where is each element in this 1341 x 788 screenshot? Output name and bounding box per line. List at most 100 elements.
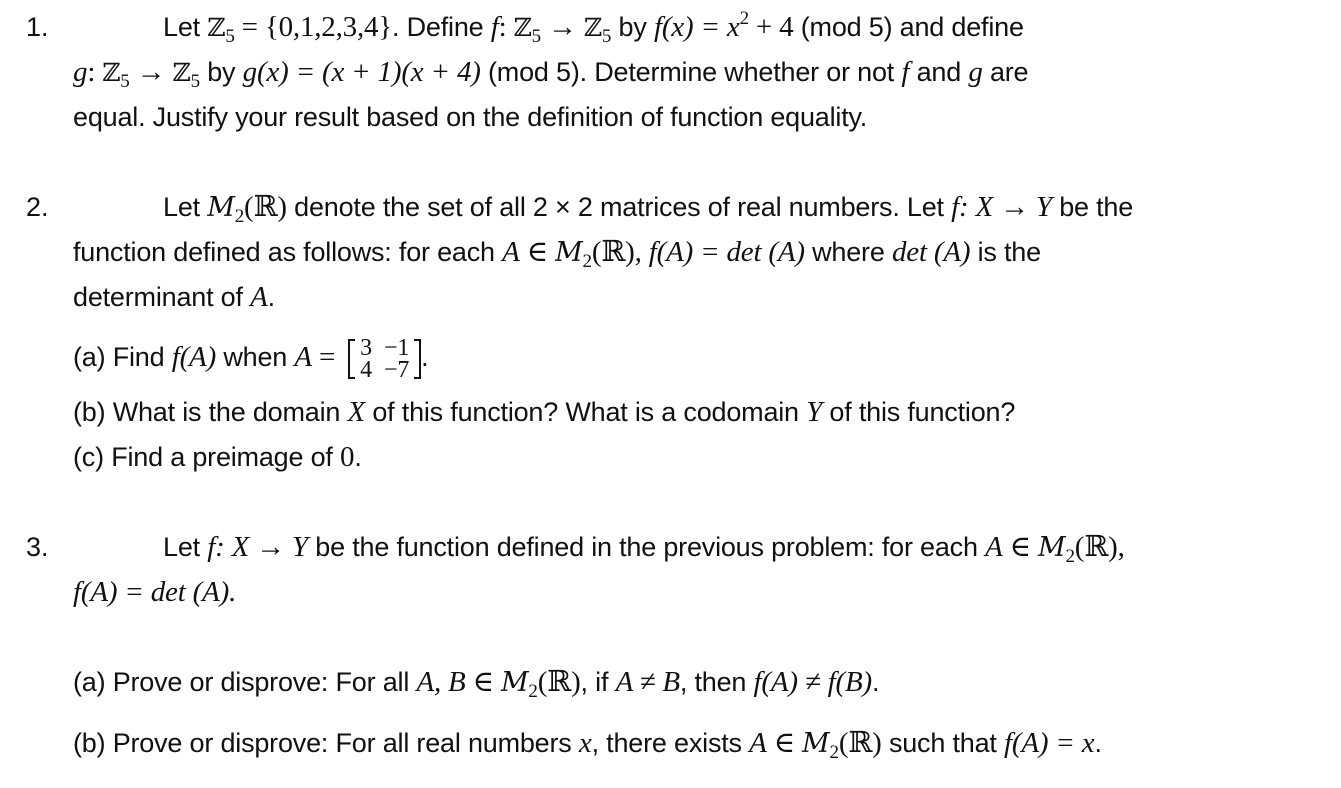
math-x: x <box>578 727 592 759</box>
text: function defined as follows: for each <box>73 237 503 267</box>
math-expression: (A) <box>179 341 217 374</box>
math-f: f <box>171 341 180 374</box>
text: denote the set of all 2 × 2 matrices of … <box>286 192 952 222</box>
subscript: 2 <box>1065 546 1075 567</box>
problem-2-line-3: determinant of A. <box>73 280 275 314</box>
math-expression: A ≠ B <box>615 666 681 698</box>
math-f: f <box>207 531 216 563</box>
real-numbers: (ℝ), <box>591 236 649 268</box>
problem-1-line-2: g: ℤ5 → ℤ5 by g(x) = (x + 1)(x + 4) (mod… <box>73 55 1029 92</box>
math-M: M <box>207 192 235 223</box>
matrix-cell: −1 <box>383 335 410 361</box>
math-expression: (x) = (x + 1)(x + 4) <box>256 56 481 88</box>
text: Prove or disprove: For all <box>105 667 417 697</box>
subscript: 5 <box>190 71 201 92</box>
math-M: M <box>555 237 583 268</box>
math-expression: (A) = det (A). <box>80 576 237 608</box>
text: are <box>982 57 1029 87</box>
math-M: M <box>1038 532 1066 563</box>
text: when <box>216 342 295 373</box>
problem-2-number: 2. <box>26 192 49 222</box>
text: and <box>909 57 969 87</box>
arrow: → <box>540 11 584 43</box>
part-label: (a) <box>73 667 106 697</box>
text: by <box>611 12 654 42</box>
real-numbers: (ℝ) <box>537 666 581 698</box>
math-A: A <box>294 341 312 374</box>
text: What is the domain <box>105 397 348 427</box>
text: , if <box>580 667 616 697</box>
math-A: A <box>502 236 520 268</box>
math-mapping: : X → Y <box>959 191 1052 223</box>
math-f: f <box>73 576 81 608</box>
problem-2-line-1: Let M2(ℝ) denote the set of all 2 × 2 ma… <box>163 190 1134 227</box>
text: such that <box>881 728 1005 758</box>
real-numbers: (ℝ), <box>1074 531 1125 563</box>
problem-3-part-a: (a) Prove or disprove: For all A, B ∈ M2… <box>73 665 879 701</box>
text: by <box>199 57 243 87</box>
math-expression: det (A) <box>891 236 971 268</box>
element-of: ∈ <box>766 727 803 759</box>
subscript: 2 <box>582 251 593 272</box>
text: be the function defined in the previous … <box>307 532 986 562</box>
colon: : <box>498 11 514 43</box>
math-M: M <box>500 667 529 698</box>
element-of: ∈ <box>465 666 501 698</box>
math-X: X <box>347 396 366 428</box>
equals: = <box>311 341 343 374</box>
math-Y: Y <box>806 396 823 428</box>
problem-3-part-b: (b) Prove or disprove: For all real numb… <box>73 726 1102 763</box>
matrix-cell: 4 <box>360 357 372 383</box>
text: be the <box>1051 192 1134 222</box>
math-f: f <box>653 11 662 43</box>
text: Let <box>163 532 208 562</box>
math-expression: A, B <box>416 666 466 698</box>
math-A: A <box>985 531 1003 563</box>
z-symbol: ℤ <box>207 13 226 42</box>
superscript: 2 <box>739 8 750 29</box>
math-A: A <box>749 727 767 759</box>
element-of: ∈ <box>1002 531 1038 563</box>
math-expression: (A) = x <box>1011 727 1095 759</box>
subscript: 5 <box>120 71 130 92</box>
math-A: A <box>250 281 268 313</box>
math-f: f <box>490 11 499 43</box>
math-g: g <box>242 56 258 88</box>
text: . Define <box>392 12 491 42</box>
math-expression: (A) = det (A) <box>656 236 805 268</box>
part-label: (b) <box>73 728 106 758</box>
math-M: M <box>802 728 830 759</box>
math-f: f <box>648 236 657 268</box>
subscript: 5 <box>225 26 235 47</box>
colon: : <box>87 56 103 88</box>
text: of this function? What is a codomain <box>365 397 807 427</box>
math-g: g <box>968 56 983 88</box>
problem-2-part-c: (c) Find a preimage of 0. <box>73 440 362 474</box>
z-symbol: ℤ <box>102 58 121 87</box>
z-symbol: ℤ <box>513 13 532 42</box>
math-mapping: : X → Y <box>215 531 308 563</box>
right-bracket <box>414 339 422 379</box>
text: . <box>354 442 362 472</box>
problem-1-number: 1. <box>26 12 49 42</box>
real-numbers: (ℝ) <box>244 191 287 223</box>
text: . <box>421 342 429 373</box>
text: Prove or disprove: For all real numbers <box>105 728 579 758</box>
text: where <box>804 237 892 267</box>
arrow: → <box>129 56 173 88</box>
math-expression: (x) = x <box>661 11 740 43</box>
matrix-cell: −7 <box>383 357 410 383</box>
math-expression: (B) <box>835 666 873 698</box>
real-numbers: (ℝ) <box>838 727 882 759</box>
math-f: f <box>951 191 960 223</box>
problem-3-line-2: f(A) = det (A). <box>73 575 236 609</box>
part-label: (a) <box>73 342 106 373</box>
subscript: 2 <box>234 206 245 227</box>
math-f: f <box>1004 727 1012 759</box>
problem-3-line-1: Let f: X → Y be the function defined in … <box>163 530 1125 567</box>
matrix-cell: 3 <box>360 335 372 361</box>
problem-3-number: 3. <box>26 532 49 562</box>
subscript: 2 <box>829 742 840 763</box>
math-expression: + 4 <box>748 11 794 43</box>
matrix-A: 3 −1 4 −7 <box>348 335 422 383</box>
